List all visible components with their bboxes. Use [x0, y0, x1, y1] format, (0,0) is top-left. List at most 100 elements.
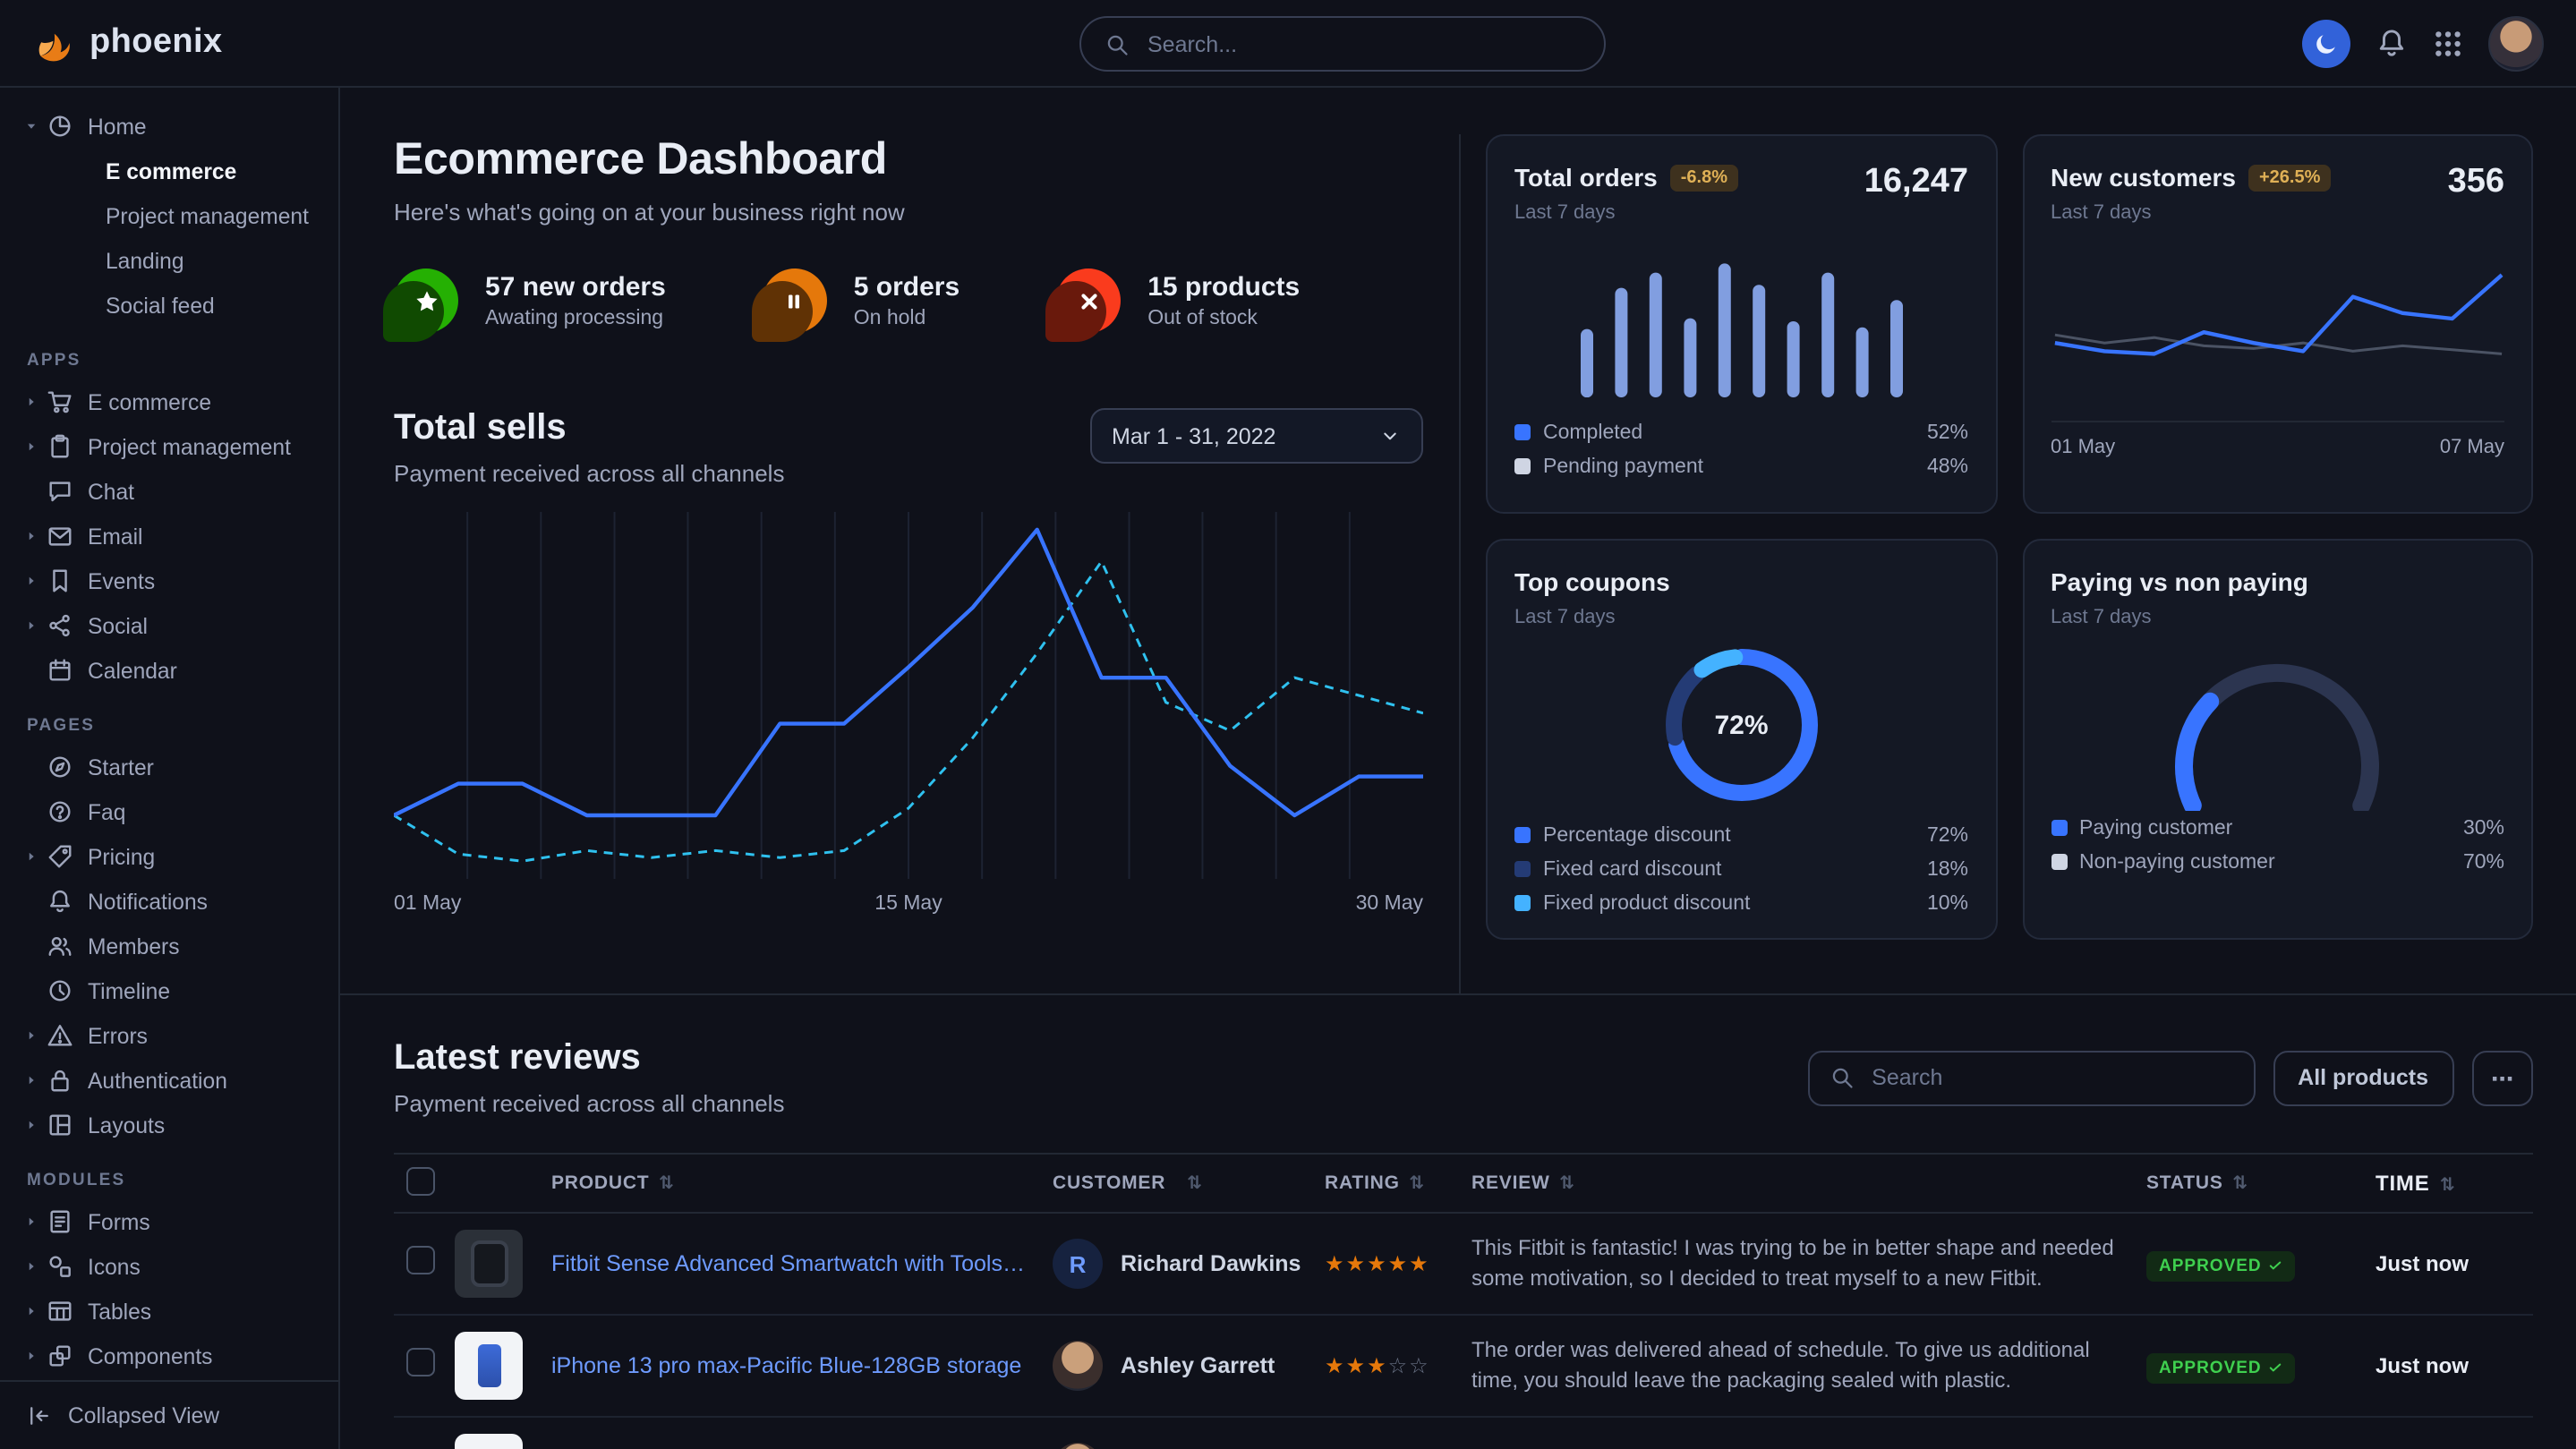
column-header-time[interactable]: TIME ⇅ — [2376, 1171, 2533, 1196]
theme-toggle-button[interactable] — [2302, 19, 2350, 67]
review-text: The order was delivered ahead of schedul… — [1471, 1334, 2146, 1397]
legend-value: 10% — [1927, 892, 1968, 914]
sidebar-item-email[interactable]: Email — [0, 514, 338, 558]
tag-icon — [47, 843, 73, 870]
sidebar-item-social[interactable]: Social — [0, 603, 338, 648]
topbar: phoenix — [0, 0, 2576, 88]
star-icon: ★ — [1346, 1251, 1368, 1276]
star-icon: ★ — [1325, 1353, 1346, 1378]
product-thumbnail[interactable] — [455, 1230, 523, 1298]
column-header-status[interactable]: STATUS ⇅ — [2146, 1172, 2376, 1194]
reviews-search[interactable] — [1807, 1050, 2255, 1105]
row-checkbox[interactable] — [406, 1245, 435, 1274]
sidebar-item-errors[interactable]: Errors — [0, 1013, 338, 1058]
bell-icon — [2376, 27, 2408, 59]
sidebar-item-faq[interactable]: Faq — [0, 789, 338, 834]
select-all-checkbox[interactable] — [406, 1166, 435, 1195]
sidebar-item-project-management[interactable]: Project management — [0, 193, 338, 238]
column-header-rating[interactable]: RATING ⇅ — [1325, 1172, 1471, 1194]
topbar-search[interactable] — [1079, 16, 1606, 72]
legend-value: 18% — [1927, 858, 1968, 880]
x-axis-labels: 01 May15 May30 May — [394, 893, 1423, 915]
notifications-button[interactable] — [2376, 27, 2408, 59]
brand-logo[interactable]: phoenix — [32, 21, 223, 64]
column-header-customer[interactable]: CUSTOMER ⇅ — [1053, 1172, 1325, 1194]
trend-badge: +26.5% — [2248, 164, 2331, 191]
reviews-subtitle: Payment received across all channels — [394, 1090, 784, 1117]
legend-label: Pending payment — [1543, 456, 1703, 477]
sidebar-item-label: Members — [88, 933, 180, 959]
legend-item: Pending payment 48% — [1514, 449, 1968, 483]
sidebar-item-label: Forms — [88, 1209, 150, 1234]
customer-cell[interactable] — [1053, 1443, 1325, 1449]
total-orders-value: 16,247 — [1864, 163, 1968, 202]
legend-value: 72% — [1927, 824, 1968, 846]
sidebar-item-timeline[interactable]: Timeline — [0, 968, 338, 1013]
sidebar-item-landing[interactable]: Landing — [0, 238, 338, 283]
global-search-input[interactable] — [1144, 30, 1581, 58]
sidebar-item-label: E commerce — [88, 389, 211, 414]
sidebar-item-project-management[interactable]: Project management — [0, 424, 338, 469]
sidebar-item-pricing[interactable]: Pricing — [0, 834, 338, 879]
customer-name: Ashley Garrett — [1121, 1353, 1275, 1378]
row-checkbox[interactable] — [406, 1347, 435, 1376]
sidebar-item-components[interactable]: Components — [0, 1334, 338, 1378]
pie-icon — [47, 113, 73, 140]
stat-caption: Awating processing — [485, 308, 666, 329]
collapsed-view-toggle[interactable]: Collapsed View — [0, 1380, 338, 1449]
sidebar-item-tables[interactable]: Tables — [0, 1289, 338, 1334]
more-options-button[interactable]: ⋯ — [2471, 1050, 2533, 1105]
sidebar-item-starter[interactable]: Starter — [0, 745, 338, 789]
legend-swatch — [2051, 854, 2067, 870]
paying-card: Paying vs non paying Last 7 days Paying … — [2022, 539, 2533, 940]
sidebar-nav: HomeE commerceProject managementLandingS… — [0, 104, 338, 1378]
sidebar-item-label: Notifications — [88, 889, 208, 914]
card-period: Last 7 days — [1514, 607, 1968, 628]
sidebar-item-home[interactable]: Home — [0, 104, 338, 149]
date-range-select[interactable]: Mar 1 - 31, 2022 — [1090, 408, 1423, 464]
sidebar-item-e-commerce[interactable]: E commerce — [0, 379, 338, 424]
customer-cell[interactable]: RRichard Dawkins — [1053, 1239, 1325, 1289]
status-badge: APPROVED — [2146, 1352, 2296, 1383]
card-title: New customers — [2051, 163, 2236, 192]
sidebar-item-icons[interactable]: Icons — [0, 1244, 338, 1289]
sidebar-item-notifications[interactable]: Notifications — [0, 879, 338, 924]
caret-right-icon — [23, 528, 43, 544]
product-link[interactable]: Fitbit Sense Advanced Smartwatch with To… — [551, 1251, 1053, 1276]
share-icon — [47, 612, 73, 639]
legend-item: Completed52% — [1514, 415, 1968, 449]
sidebar-item-label: Social — [88, 613, 148, 638]
sidebar-item-forms[interactable]: Forms — [0, 1199, 338, 1244]
legend-swatch — [1514, 895, 1531, 911]
phone-image — [477, 1344, 500, 1387]
star-icon — [394, 268, 458, 333]
user-avatar[interactable] — [2488, 15, 2544, 71]
caret-right-icon — [23, 1117, 43, 1133]
sidebar-item-calendar[interactable]: Calendar — [0, 648, 338, 693]
trend-badge: -6.8% — [1670, 164, 1738, 191]
paying-legend: Paying customer30%Non-paying customer70% — [2051, 811, 2504, 879]
product-thumbnail[interactable] — [455, 1332, 523, 1400]
sidebar-item-events[interactable]: Events — [0, 558, 338, 603]
legend-item: Fixed card discount18% — [1514, 852, 1968, 886]
sidebar-item-e-commerce[interactable]: E commerce — [0, 149, 338, 193]
product-link[interactable]: iPhone 13 pro max-Pacific Blue-128GB sto… — [551, 1353, 1053, 1378]
column-header-product[interactable]: PRODUCT ⇅ — [551, 1172, 1053, 1194]
legend-value: 48% — [1927, 456, 1968, 477]
product-thumbnail[interactable] — [455, 1434, 523, 1449]
customer-cell[interactable]: Ashley Garrett — [1053, 1341, 1325, 1391]
apps-grid-button[interactable] — [2433, 28, 2463, 58]
stat-value: 15 products — [1147, 272, 1300, 303]
sidebar-item-chat[interactable]: Chat — [0, 469, 338, 514]
sidebar-item-social-feed[interactable]: Social feed — [0, 283, 338, 328]
star-icon: ★ — [1346, 1353, 1368, 1378]
column-header-review[interactable]: REVIEW ⇅ — [1471, 1172, 2146, 1194]
sidebar-item-layouts[interactable]: Layouts — [0, 1103, 338, 1147]
card-title: Paying vs non paying — [2051, 567, 2504, 596]
sidebar-item-authentication[interactable]: Authentication — [0, 1058, 338, 1103]
all-products-button[interactable]: All products — [2273, 1050, 2453, 1105]
reviews-search-input[interactable] — [1868, 1063, 2233, 1092]
status-badge: APPROVED — [2146, 1250, 2296, 1281]
stat-caption: Out of stock — [1147, 308, 1300, 329]
sidebar-item-members[interactable]: Members — [0, 924, 338, 968]
